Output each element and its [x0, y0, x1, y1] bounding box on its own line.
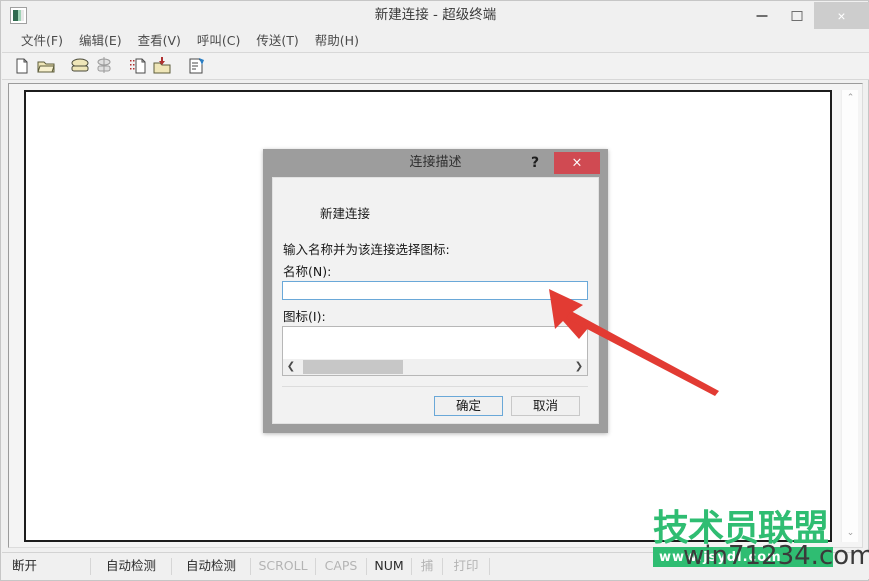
receive-file-icon	[153, 57, 171, 74]
cancel-button[interactable]: 取消	[511, 396, 580, 416]
status-capture-indicator: 捕	[420, 558, 434, 573]
dialog-prompt: 输入名称并为该连接选择图标:	[283, 242, 450, 257]
toolbar	[2, 53, 869, 80]
menu-item-transfer[interactable]: 传送(T)	[248, 29, 306, 52]
status-print-indicator: 打印	[453, 558, 479, 573]
menu-item-help[interactable]: 帮助(H)	[307, 29, 367, 52]
menu-item-view[interactable]: 查看(V)	[130, 29, 189, 52]
status-auto-detect-2: 自动检测	[185, 558, 236, 573]
toolbar-separator-1	[59, 55, 69, 77]
toolbar-separator-3	[175, 55, 185, 77]
status-auto-detect-1: 自动检测	[105, 558, 156, 573]
help-icon[interactable]: ?	[524, 149, 546, 177]
window-titlebar: 新建连接 - 超级终端 ×	[2, 2, 869, 29]
name-field-label: 名称(N):	[283, 264, 332, 279]
window-caption-buttons: ×	[744, 2, 869, 29]
dialog-close-button[interactable]: ×	[554, 152, 600, 174]
scroll-down-icon[interactable]: ⌄	[842, 525, 859, 542]
status-num-indicator: NUM	[374, 558, 404, 573]
new-connection-button[interactable]	[11, 55, 33, 77]
name-input[interactable]	[282, 281, 588, 300]
disconnect-button[interactable]	[93, 55, 115, 77]
close-button[interactable]: ×	[814, 2, 869, 29]
dialog-heading: 新建连接	[320, 206, 371, 221]
maximize-button[interactable]	[779, 2, 814, 29]
menu-item-call[interactable]: 呼叫(C)	[189, 29, 248, 52]
ok-button[interactable]: 确定	[434, 396, 503, 416]
minimize-icon	[756, 14, 767, 17]
terminal-vertical-scrollbar[interactable]: ⌃ ⌄	[841, 90, 858, 542]
receive-file-button[interactable]	[151, 55, 173, 77]
menubar: 文件(F) 编辑(E) 查看(V) 呼叫(C) 传送(T) 帮助(H)	[2, 29, 869, 53]
send-file-button[interactable]	[127, 55, 149, 77]
maximize-icon	[791, 10, 802, 21]
window-title: 新建连接 - 超级终端	[374, 7, 497, 23]
status-connection-state: 断开	[12, 558, 38, 573]
application-window: 新建连接 - 超级终端 × 文件(F) 编辑(E) 查看(V) 呼叫(C) 传送…	[0, 0, 869, 581]
open-folder-button[interactable]	[35, 55, 57, 77]
send-file-icon	[130, 58, 146, 74]
status-caps-indicator: CAPS	[324, 558, 358, 573]
properties-button[interactable]	[185, 55, 207, 77]
call-icon	[71, 58, 89, 72]
open-folder-icon	[37, 61, 55, 73]
icon-listbox-horizontal-scrollbar[interactable]: ❮ ❯	[283, 359, 587, 375]
connection-description-dialog: 连接描述 ? × 新建连接 输入名称并为该连接选择图标: 名称(N): 图标(I…	[263, 149, 608, 433]
call-button[interactable]	[69, 55, 91, 77]
screenshot-root: 新建连接 - 超级终端 × 文件(F) 编辑(E) 查看(V) 呼叫(C) 传送…	[0, 0, 869, 581]
icon-list-label: 图标(I):	[283, 309, 326, 324]
scroll-right-icon[interactable]: ❯	[571, 359, 587, 375]
properties-icon	[189, 58, 204, 74]
status-scroll-indicator: SCROLL	[258, 558, 308, 573]
dialog-body: 新建连接 输入名称并为该连接选择图标: 名称(N): 图标(I): ❮ ❯ 确定…	[272, 177, 599, 424]
dialog-separator	[282, 386, 588, 387]
close-icon: ×	[837, 7, 846, 24]
statusbar: 断开 自动检测 自动检测 SCROLL CAPS NUM 捕 打印	[2, 552, 869, 579]
disconnect-icon	[97, 57, 111, 73]
menu-item-edit[interactable]: 编辑(E)	[71, 29, 130, 52]
dialog-titlebar: 连接描述 ? ×	[263, 149, 608, 177]
scroll-left-icon[interactable]: ❮	[283, 359, 299, 375]
scrollbar-thumb[interactable]	[303, 360, 403, 374]
toolbar-separator-2	[117, 55, 127, 77]
menu-item-file[interactable]: 文件(F)	[13, 29, 71, 52]
minimize-button[interactable]	[744, 2, 779, 29]
scroll-up-icon[interactable]: ⌃	[842, 90, 859, 107]
new-connection-icon	[16, 58, 28, 74]
icon-listbox[interactable]: ❮ ❯	[282, 326, 588, 376]
status-divider-8	[489, 557, 490, 575]
dialog-close-icon: ×	[571, 155, 583, 171]
